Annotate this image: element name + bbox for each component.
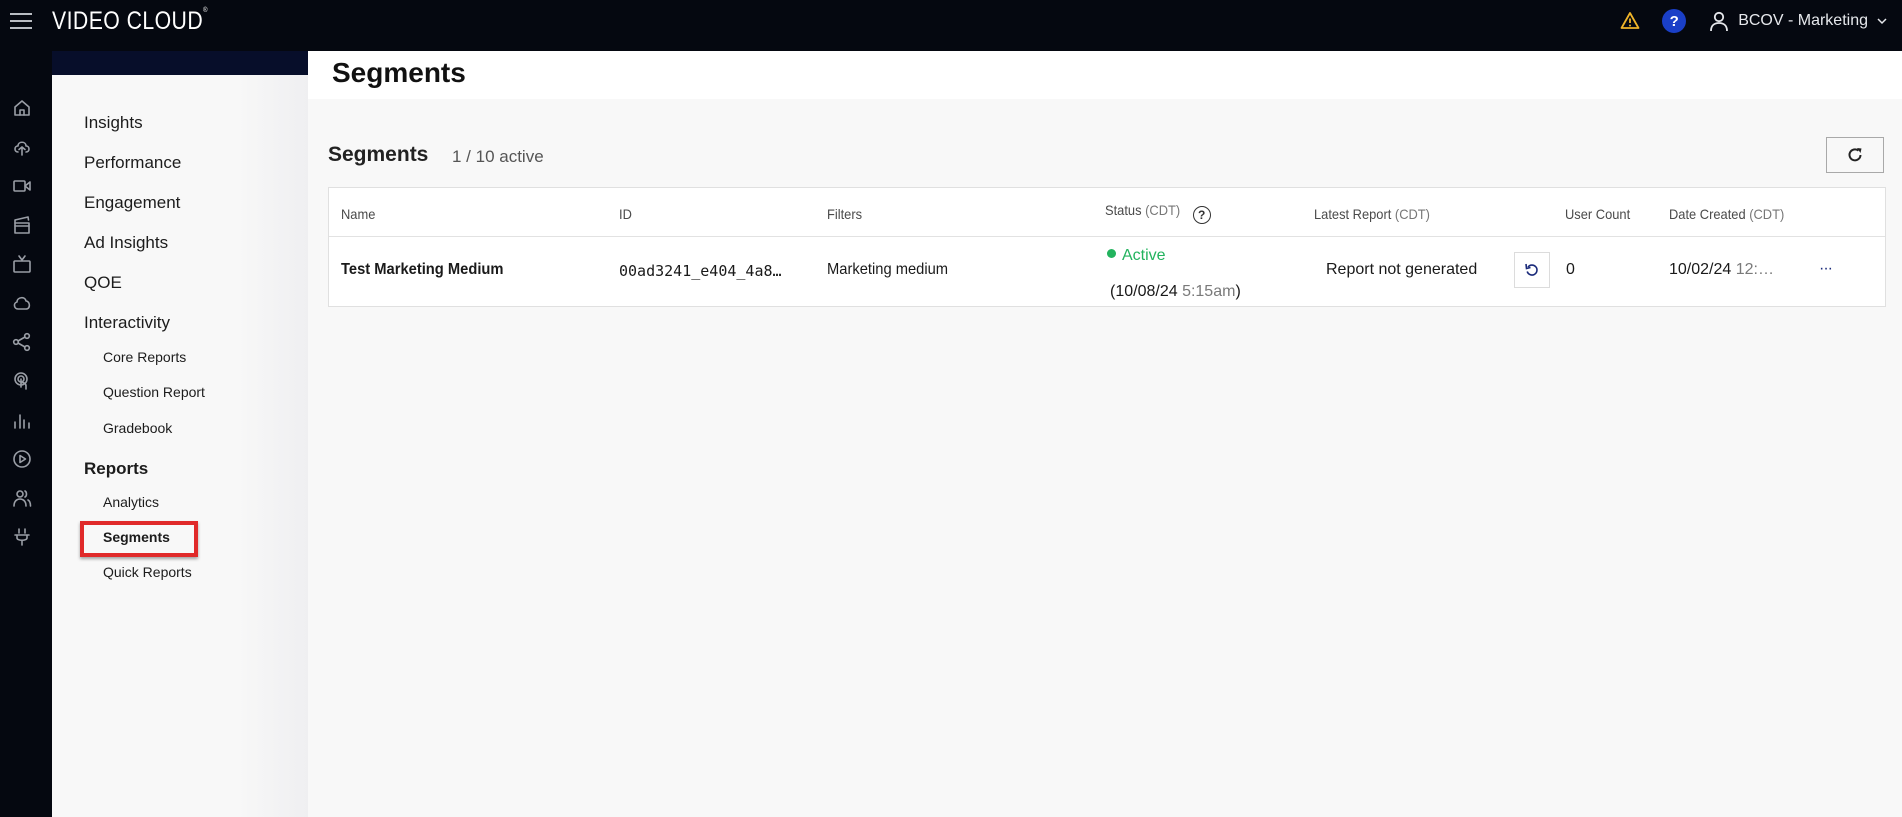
- refresh-icon: [1848, 148, 1862, 162]
- header-timezone: (CDT): [1749, 206, 1785, 222]
- segment-name[interactable]: Test Marketing Medium: [341, 261, 503, 279]
- sidebar-item-core-reports[interactable]: Core Reports: [103, 349, 186, 365]
- status-dot: [1107, 249, 1116, 258]
- header-label: ID: [619, 206, 632, 222]
- app-logo[interactable]: VIDEO CLOUD®: [52, 7, 208, 36]
- sidebar-item-interactivity[interactable]: Interactivity: [84, 313, 170, 333]
- header-label: Name: [341, 206, 376, 222]
- column-header-date-created[interactable]: Date Created (CDT): [1669, 206, 1784, 222]
- header-timezone: (CDT): [1394, 206, 1430, 222]
- home-icon[interactable]: [12, 98, 32, 118]
- sidebar-item-qoe[interactable]: QOE: [84, 273, 122, 293]
- section-title: Segments: [328, 143, 429, 166]
- chevron-down-icon[interactable]: [1876, 15, 1888, 27]
- analytics-bars-icon[interactable]: [12, 410, 32, 430]
- cloud-icon[interactable]: [12, 293, 32, 313]
- sidebar-item-engagement[interactable]: Engagement: [84, 193, 180, 213]
- segment-filters: Marketing medium: [827, 261, 949, 278]
- status-help-icon[interactable]: ?: [1192, 206, 1211, 224]
- column-header-name[interactable]: Name: [341, 206, 375, 222]
- plug-icon[interactable]: [12, 527, 32, 547]
- top-right-controls: ? BCOV - Marketing: [1620, 0, 1888, 42]
- header-label: User Count: [1565, 206, 1631, 222]
- account-name[interactable]: BCOV - Marketing: [1738, 12, 1868, 30]
- undo-refresh-icon: [1525, 263, 1538, 276]
- sidebar-item-insights[interactable]: Insights: [84, 113, 143, 133]
- status-date: 10/08/24: [1115, 283, 1178, 300]
- header-label: Latest Report: [1314, 206, 1392, 222]
- header-divider: [329, 236, 1885, 237]
- sidebar-item-question-report[interactable]: Question Report: [103, 384, 205, 400]
- sidebar-header-band: [52, 51, 308, 75]
- top-bar: VIDEO CLOUD® ? BCOV - Marketing: [0, 0, 1902, 51]
- refresh-button[interactable]: [1826, 137, 1884, 173]
- status-label: Active: [1122, 247, 1166, 264]
- hamburger-menu-icon[interactable]: [10, 13, 32, 31]
- upload-cloud-icon[interactable]: [12, 137, 32, 157]
- header-label: Status: [1105, 202, 1142, 218]
- column-header-status[interactable]: Status (CDT)?: [1105, 202, 1211, 224]
- active-count: 1 / 10 active: [452, 147, 544, 166]
- sidebar-item-gradebook[interactable]: Gradebook: [103, 420, 172, 436]
- date-created: 10/02/24 12:…: [1669, 261, 1774, 279]
- logo-text: VIDEO CLOUD: [52, 7, 204, 35]
- more-actions-button[interactable]: ···: [1819, 260, 1833, 278]
- header-timezone: (CDT): [1145, 202, 1181, 218]
- clapperboard-icon[interactable]: [12, 215, 32, 235]
- sidebar-item-performance[interactable]: Performance: [84, 153, 181, 173]
- latest-report: Report not generated: [1326, 261, 1478, 278]
- play-circle-icon[interactable]: [12, 449, 32, 469]
- share-icon[interactable]: [12, 332, 32, 352]
- segment-id: 00ad3241_e404_4a8…: [619, 262, 782, 280]
- touch-icon[interactable]: [12, 371, 32, 391]
- logo-mark: ®: [203, 7, 208, 14]
- status-time: 5:15am: [1182, 283, 1236, 300]
- help-icon[interactable]: ?: [1662, 9, 1687, 33]
- column-header-latest-report[interactable]: Latest Report (CDT): [1314, 206, 1430, 222]
- header-label: Date Created: [1669, 206, 1746, 222]
- icon-rail: [0, 51, 52, 817]
- tv-icon[interactable]: [12, 254, 32, 274]
- sidebar-item-quick-reports[interactable]: Quick Reports: [103, 564, 192, 580]
- sidebar-item-segments[interactable]: Segments: [103, 529, 170, 545]
- segments-table: Name ID Filters Status (CDT)? Latest Rep…: [328, 187, 1886, 307]
- header-label: Filters: [827, 206, 863, 222]
- created-date: 10/02/24: [1669, 261, 1732, 278]
- page-header: Segments: [308, 51, 1902, 99]
- sidebar-nav: Insights Performance Engagement Ad Insig…: [52, 51, 308, 817]
- created-time: 12:…: [1735, 261, 1774, 278]
- status-badge: Active: [1107, 247, 1166, 265]
- users-icon[interactable]: [12, 488, 32, 508]
- sidebar-item-analytics[interactable]: Analytics: [103, 494, 159, 510]
- column-header-id[interactable]: ID: [619, 206, 632, 222]
- warning-icon[interactable]: [1620, 11, 1640, 31]
- sidebar-section-reports[interactable]: Reports: [84, 459, 148, 479]
- main-content: Segments Segments 1 / 10 active Name ID …: [308, 51, 1902, 817]
- user-count: 0: [1566, 261, 1575, 278]
- page-title: Segments: [332, 57, 466, 88]
- user-icon[interactable]: [1708, 10, 1730, 32]
- regenerate-report-button[interactable]: [1514, 252, 1550, 288]
- column-header-filters[interactable]: Filters: [827, 206, 862, 222]
- sidebar-item-ad-insights[interactable]: Ad Insights: [84, 233, 168, 253]
- column-header-user-count[interactable]: User Count: [1565, 206, 1630, 222]
- status-timestamp: (10/08/24 5:15am): [1110, 283, 1241, 300]
- video-camera-icon[interactable]: [12, 176, 32, 196]
